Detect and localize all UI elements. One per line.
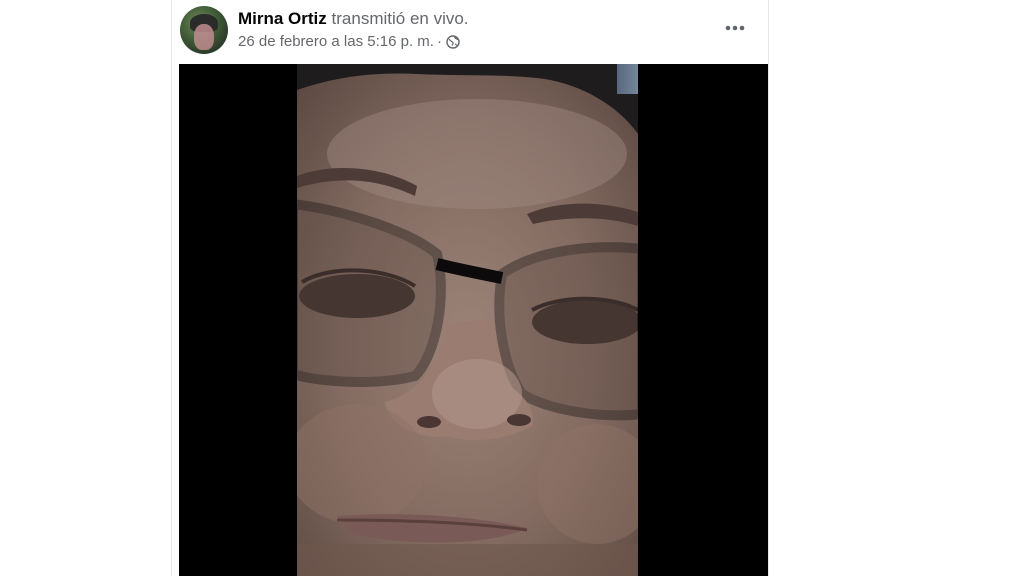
page: Mirna Ortiz transmitió en vivo. 26 de fe… — [0, 0, 1024, 576]
post-timestamp-link[interactable]: 26 de febrero a las 5:16 p. m. — [238, 32, 434, 52]
more-options-button[interactable] — [717, 14, 753, 42]
post-action-text: transmitió en vivo. — [331, 9, 469, 28]
author-name-link[interactable]: Mirna Ortiz — [238, 9, 327, 28]
post-header: Mirna Ortiz transmitió en vivo. 26 de fe… — [172, 0, 768, 64]
meta-separator: · — [436, 33, 442, 50]
avatar-face-shape — [194, 24, 214, 50]
more-options-icon — [725, 25, 745, 31]
video-frame — [297, 64, 638, 576]
facebook-post-card: Mirna Ortiz transmitió en vivo. 26 de fe… — [171, 0, 769, 576]
post-title-line: Mirna Ortiz transmitió en vivo. — [238, 8, 469, 30]
globe-icon[interactable] — [446, 35, 460, 49]
live-video-player[interactable] — [179, 64, 768, 576]
post-meta-line: 26 de febrero a las 5:16 p. m. · — [238, 32, 460, 52]
author-avatar[interactable] — [180, 6, 228, 54]
face-closeup-video-frame — [297, 64, 638, 576]
